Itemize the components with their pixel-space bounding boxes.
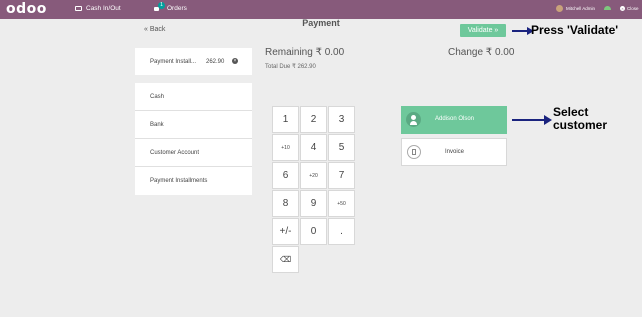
numpad-key-0[interactable]: 0 (300, 218, 327, 245)
total-due: Total Due ₹ 262.90 (265, 64, 316, 70)
payment-methods-list: Cash Bank Customer Account Payment Insta… (135, 83, 252, 195)
customer-arrow-icon (512, 115, 552, 125)
cash-in-out-label: Cash In/Out (86, 5, 121, 12)
wifi-icon (604, 6, 611, 10)
user-icon (406, 112, 421, 127)
customer-annotation-line2: customer (553, 118, 608, 132)
orders-icon: 1 (153, 2, 165, 12)
customer-name: Addison Olson (435, 116, 475, 122)
numpad-key-7[interactable]: 7 (328, 162, 355, 189)
numpad-key-1[interactable]: 1 (272, 106, 299, 133)
delete-payment-icon[interactable]: × (232, 58, 238, 64)
numpad-backspace-icon[interactable]: ⌫ (272, 246, 299, 273)
cash-icon (75, 6, 82, 11)
orders-button[interactable]: 1 Orders (153, 2, 187, 12)
validate-annotation: Press 'Validate' (531, 23, 619, 37)
customer-annotation: Select customer (553, 106, 607, 132)
numpad-key-8[interactable]: 8 (272, 190, 299, 217)
payment-line-amount: 262.90 (206, 59, 225, 65)
invoice-icon (407, 145, 421, 159)
payment-method-customer-account[interactable]: Customer Account (135, 139, 252, 167)
numpad-key-plus10[interactable]: +10 (272, 134, 299, 161)
back-button[interactable]: « Back (144, 26, 165, 33)
payment-line[interactable]: Payment Install... 262.90 × (135, 48, 252, 75)
numpad-key-3[interactable]: 3 (328, 106, 355, 133)
invoice-label: Invoice (445, 149, 465, 155)
numpad-key-9[interactable]: 9 (300, 190, 327, 217)
payment-line-method: Payment Install... (150, 59, 197, 65)
cash-in-out-button[interactable]: Cash In/Out (75, 5, 121, 12)
close-button[interactable]: × Close (620, 6, 639, 11)
orders-label: Orders (167, 5, 187, 12)
change-amount: Change ₹ 0.00 (448, 47, 515, 58)
close-icon: × (620, 6, 625, 11)
validate-button[interactable]: Validate » (460, 24, 506, 37)
numpad-key-plus50[interactable]: +50 (328, 190, 355, 217)
odoo-logo: odoo (6, 1, 47, 17)
invoice-button[interactable]: Invoice (401, 138, 507, 166)
numpad-key-plus-minus[interactable]: +/- (272, 218, 299, 245)
payment-method-installments[interactable]: Payment Installments (135, 167, 252, 195)
numpad-key-2[interactable]: 2 (300, 106, 327, 133)
numpad-key-6[interactable]: 6 (272, 162, 299, 189)
close-label: Close (627, 6, 639, 11)
user-name: Mitchell Admin (566, 6, 596, 11)
top-bar: odoo Cash In/Out 1 Orders Mitchell Admin… (0, 0, 642, 19)
payment-method-bank[interactable]: Bank (135, 111, 252, 139)
orders-count-badge: 1 (158, 2, 165, 9)
avatar (556, 5, 563, 12)
customer-button[interactable]: Addison Olson (401, 106, 507, 134)
remaining-amount: Remaining ₹ 0.00 (265, 47, 345, 58)
numpad-key-plus20[interactable]: +20 (300, 162, 327, 189)
numpad-key-decimal[interactable]: . (328, 218, 355, 245)
user-menu[interactable]: Mitchell Admin (556, 5, 595, 12)
numpad-key-4[interactable]: 4 (300, 134, 327, 161)
payment-method-cash[interactable]: Cash (135, 83, 252, 111)
numpad-key-5[interactable]: 5 (328, 134, 355, 161)
